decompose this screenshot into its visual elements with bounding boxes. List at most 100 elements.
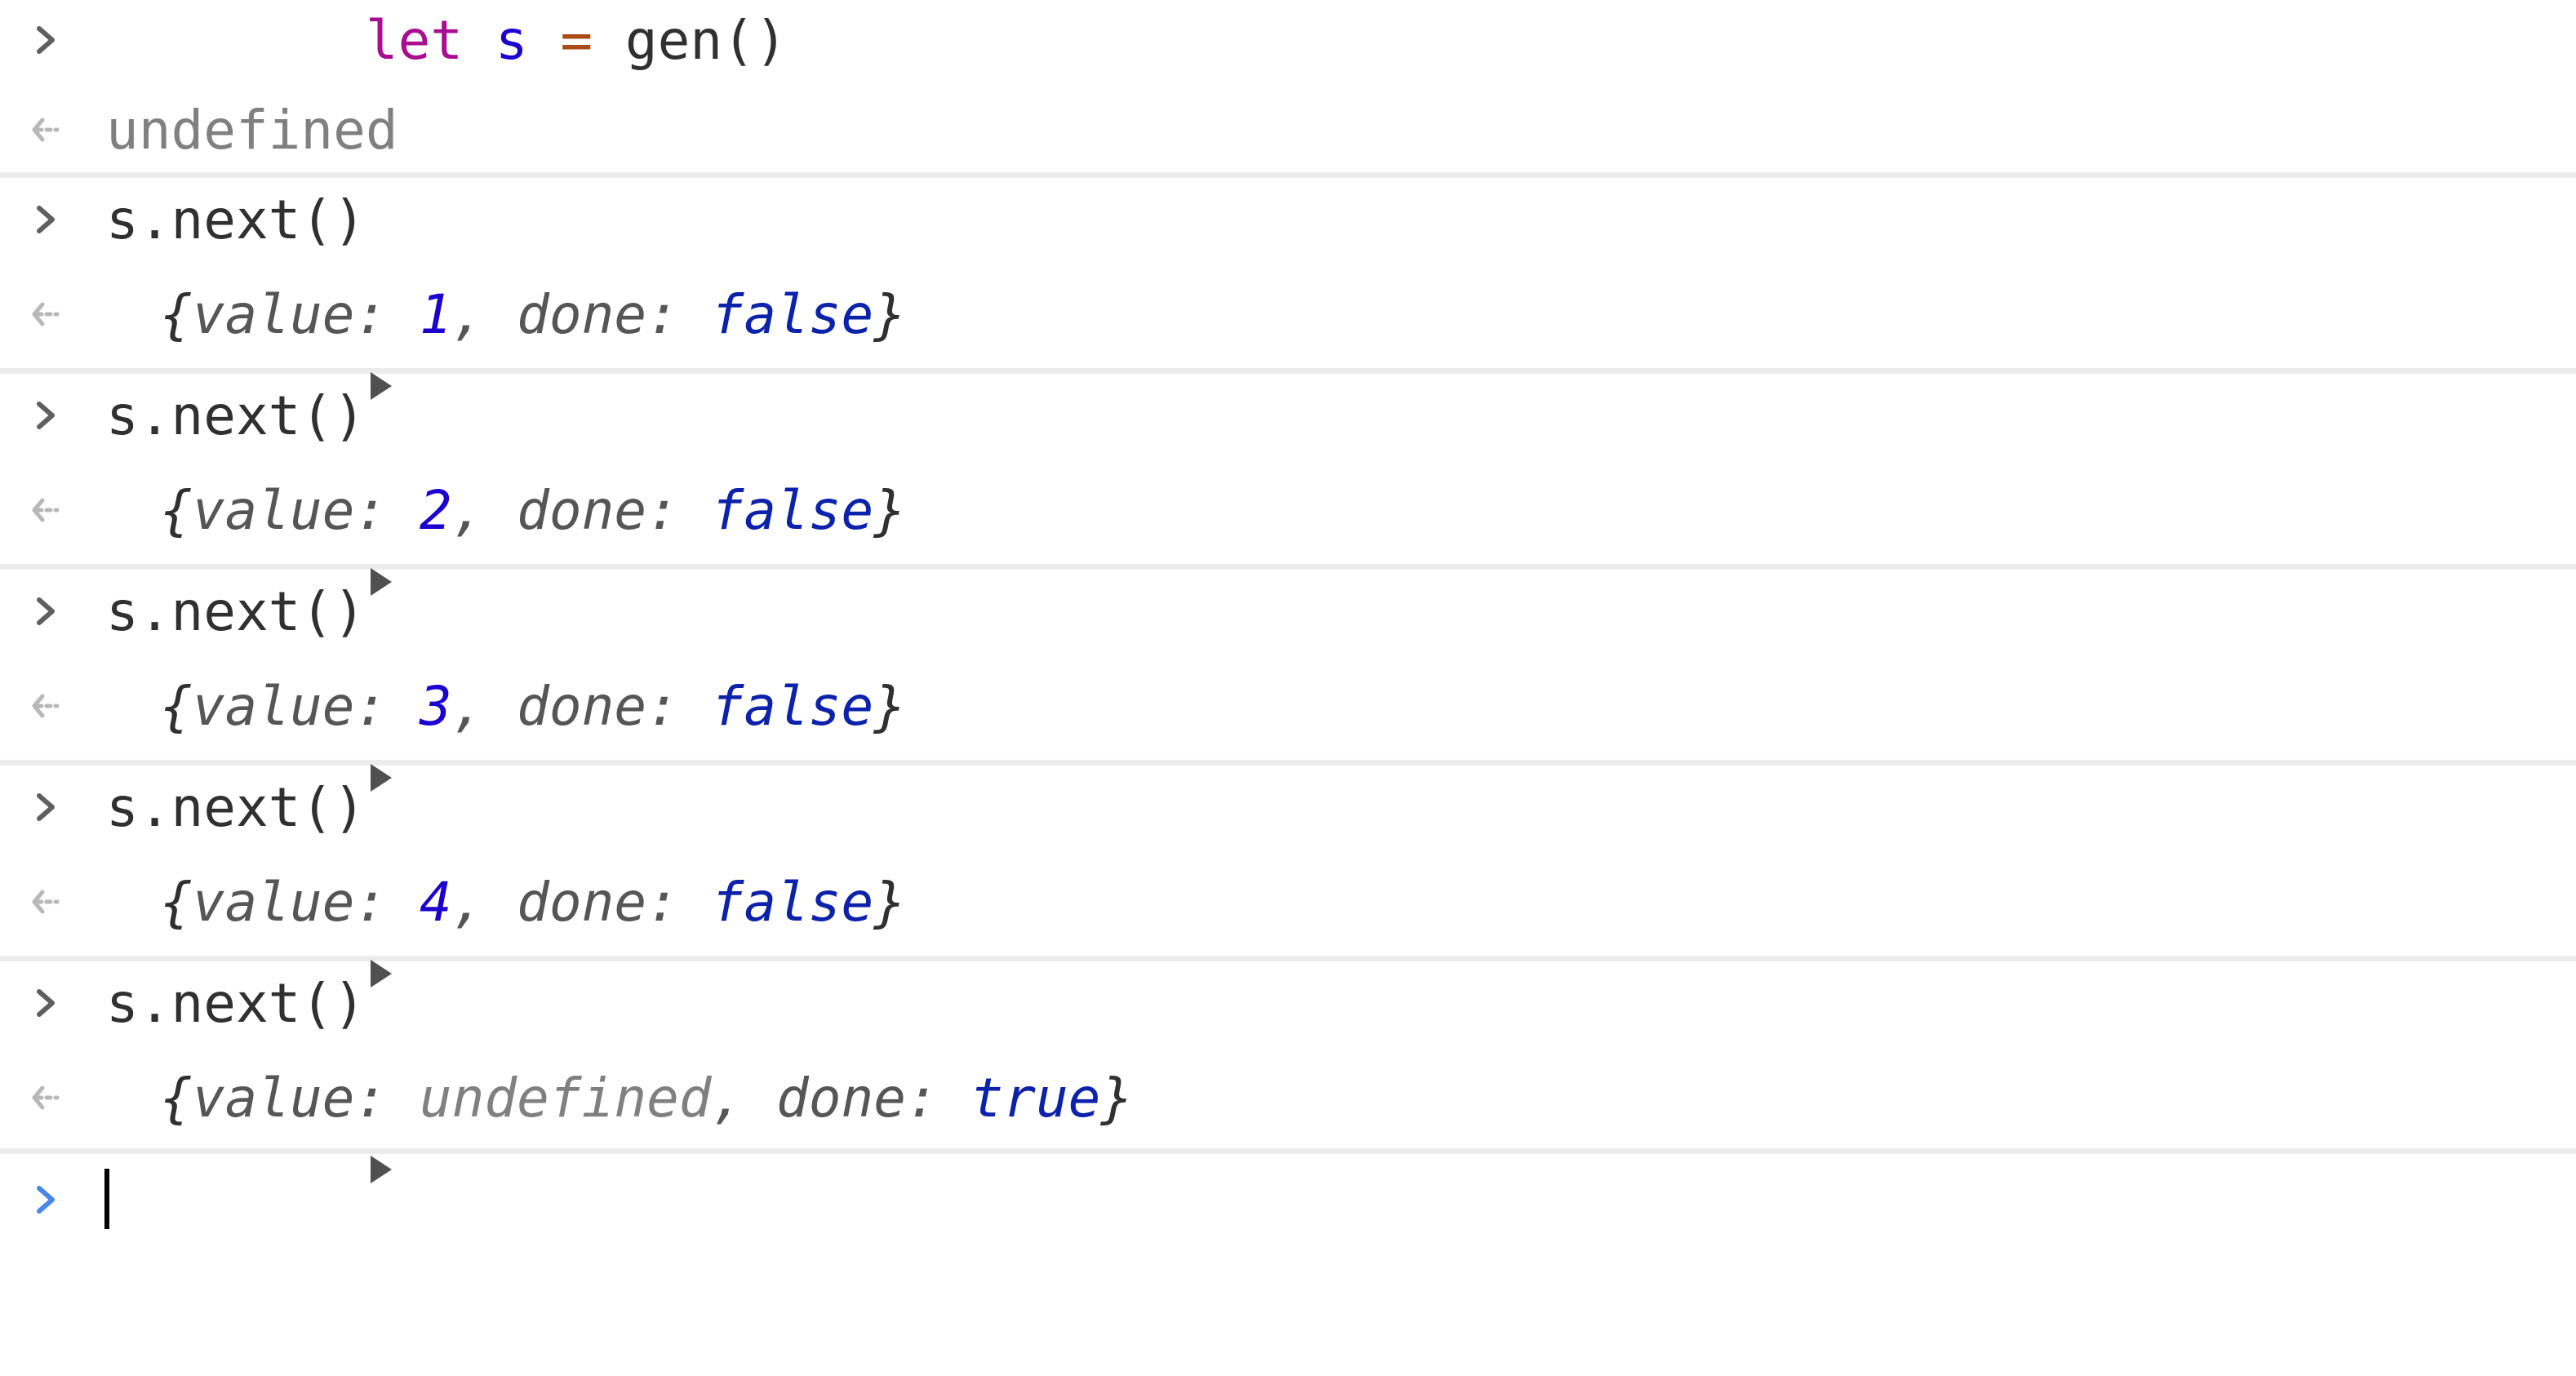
colon: : [646, 674, 712, 738]
property-value: 3 [419, 674, 452, 738]
result-arrow-icon [28, 492, 64, 528]
colon: : [646, 478, 712, 542]
open-brace: { [160, 674, 193, 738]
code-token: s [495, 8, 528, 72]
disclosure-triangle-icon[interactable] [108, 881, 392, 988]
result-arrow-icon [28, 1080, 64, 1116]
console-input-line[interactable]: s.next() [0, 966, 2576, 1040]
console-entry: s.next() {value: 4, done: false} [0, 766, 2576, 988]
property-value: false [711, 282, 874, 346]
colon: : [354, 1066, 420, 1130]
property-key: value [192, 478, 355, 542]
text-caret [104, 1169, 109, 1229]
open-brace: { [160, 282, 193, 346]
object-preview: {value: undefined, done: true} [160, 1067, 1133, 1130]
object-preview: {value: 1, done: false} [160, 283, 906, 346]
object-preview: {value: 2, done: false} [160, 479, 906, 542]
object-preview: {value: 4, done: false} [160, 871, 906, 934]
chevron-right-icon [28, 985, 64, 1021]
output-value: undefined [106, 98, 398, 162]
disclosure-triangle-icon[interactable] [108, 1077, 392, 1183]
property-value: 1 [419, 282, 452, 346]
result-arrow-icon [28, 112, 64, 148]
disclosure-triangle-icon[interactable] [108, 294, 392, 400]
property-key: value [192, 1066, 355, 1130]
result-arrow-icon [28, 688, 64, 724]
console-input-line[interactable]: s.next() [0, 183, 2576, 256]
chevron-right-icon [28, 593, 64, 629]
object-preview: {value: 3, done: false} [160, 675, 906, 738]
chevron-right-icon [28, 397, 64, 433]
property-key: done [517, 478, 647, 542]
chevron-right-icon [28, 202, 64, 237]
disclosure-triangle-icon[interactable] [108, 686, 392, 792]
result-arrow-icon [28, 296, 64, 332]
console-input-line[interactable]: let s = gen() [0, 3, 2576, 77]
property-value: true [970, 1066, 1101, 1130]
console-entry: s.next() {value: 3, done: false} [0, 570, 2576, 792]
comma: , [451, 870, 517, 934]
input-code: s.next() [106, 971, 366, 1035]
console-entry: s.next() {value: 2, done: false} [0, 374, 2576, 596]
disclosure-triangle-icon[interactable] [108, 490, 392, 596]
property-key: done [517, 870, 647, 934]
console-output-line[interactable]: {value: 1, done: false} [0, 277, 2576, 400]
close-brace: } [1100, 1066, 1134, 1130]
console-log: let s = gen() undefined s.next() {value:… [0, 0, 2576, 1183]
property-key: value [192, 674, 355, 738]
chevron-right-icon [28, 1182, 64, 1218]
result-arrow-icon [28, 884, 64, 920]
close-brace: } [873, 282, 907, 346]
property-value: false [711, 478, 874, 542]
property-key: value [192, 282, 355, 346]
console-output-line[interactable]: {value: 3, done: false} [0, 669, 2576, 792]
property-value: 2 [419, 478, 452, 542]
code-token: let [365, 8, 464, 72]
comma: , [451, 478, 517, 542]
console-entry: s.next() {value: 1, done: false} [0, 178, 2576, 400]
console-input-line[interactable]: s.next() [0, 575, 2576, 648]
close-brace: } [873, 870, 907, 934]
property-value: 4 [419, 870, 452, 934]
comma: , [451, 282, 517, 346]
colon: : [354, 674, 420, 738]
console-input-line[interactable]: s.next() [0, 379, 2576, 452]
console-output-line: undefined [0, 93, 2576, 166]
open-brace: { [160, 870, 193, 934]
property-value: false [711, 870, 874, 934]
console-prompt-input[interactable] [0, 1159, 2576, 1241]
input-code: s.next() [106, 188, 366, 251]
property-key: done [776, 1066, 906, 1130]
console-output-line[interactable]: {value: 4, done: false} [0, 865, 2576, 988]
colon: : [905, 1066, 971, 1130]
colon: : [354, 282, 420, 346]
console-entry: s.next() {value: undefined, done: true} [0, 961, 2576, 1183]
chevron-right-icon [28, 22, 64, 58]
console-output-line[interactable]: {value: undefined, done: true} [0, 1061, 2576, 1183]
close-brace: } [873, 674, 907, 738]
property-key: done [517, 282, 647, 346]
colon: : [646, 282, 712, 346]
console-entry: let s = gen() undefined [0, 0, 2576, 178]
property-value: undefined [419, 1066, 712, 1130]
property-key: value [192, 870, 355, 934]
open-brace: { [160, 478, 193, 542]
comma: , [711, 1066, 777, 1130]
code-token: gen() [593, 8, 788, 72]
colon: : [646, 870, 712, 934]
property-value: false [711, 674, 874, 738]
input-code: s.next() [106, 775, 366, 839]
comma: , [451, 674, 517, 738]
console-output-line[interactable]: {value: 2, done: false} [0, 473, 2576, 596]
input-code: s.next() [106, 384, 366, 447]
console-input-line[interactable]: s.next() [0, 770, 2576, 844]
colon: : [354, 870, 420, 934]
open-brace: { [160, 1066, 193, 1130]
property-key: done [517, 674, 647, 738]
code-token: = [560, 8, 593, 72]
close-brace: } [873, 478, 907, 542]
input-code: s.next() [106, 579, 366, 643]
colon: : [354, 478, 420, 542]
